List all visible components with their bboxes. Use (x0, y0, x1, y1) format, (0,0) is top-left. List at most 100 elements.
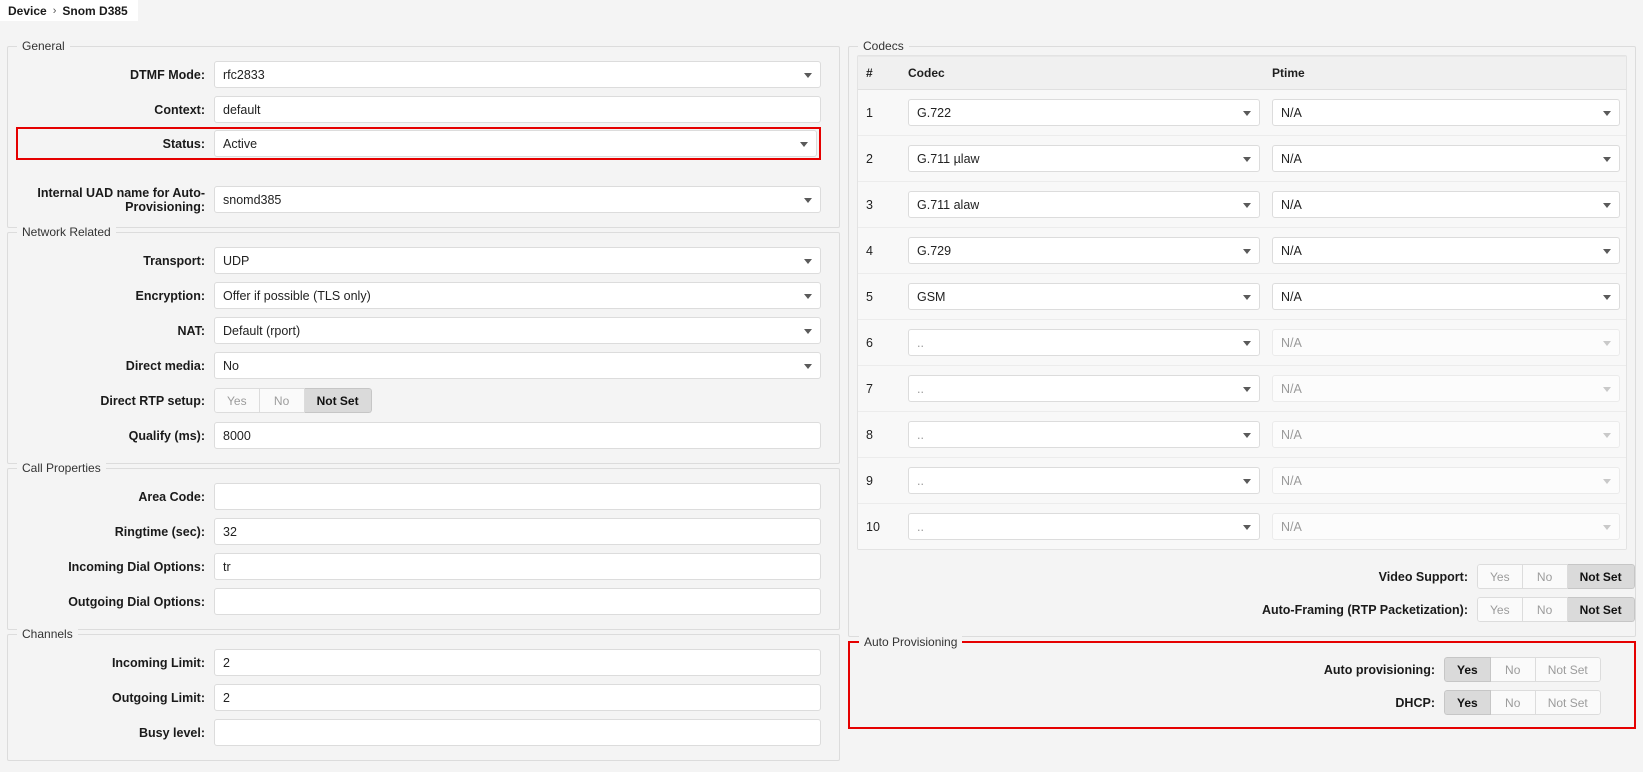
label-qualify: Qualify (ms): (128, 428, 205, 443)
ptime-select-5[interactable]: N/A (1272, 283, 1620, 310)
dhcp-option-yes[interactable]: Yes (1444, 690, 1491, 715)
codec-select-7[interactable]: .. (908, 375, 1260, 402)
auto-provisioning-toggle[interactable]: Yes No Not Set (1444, 657, 1601, 682)
video-support-option-yes[interactable]: Yes (1477, 564, 1523, 589)
codec-select-9[interactable]: .. (908, 467, 1260, 494)
device-settings-page: Device › Snom D385 General DTMF Mode: rf… (0, 0, 1643, 772)
dhcp-option-no[interactable]: No (1490, 690, 1536, 715)
codec-value-3: G.711 alaw (917, 197, 980, 212)
dtmf-mode-select[interactable]: rfc2833 (214, 61, 821, 88)
video-support-option-no[interactable]: No (1522, 564, 1568, 589)
status-value: Active (223, 136, 258, 151)
incoming-dial-options-value: tr (223, 559, 231, 574)
chevron-down-icon[interactable] (1603, 156, 1611, 162)
chevron-down-icon[interactable] (804, 72, 812, 78)
channels-fieldset: Channels Incoming Limit: 2 Outgoing Limi… (7, 627, 840, 761)
codec-select-4[interactable]: G.729 (908, 237, 1260, 264)
chevron-down-icon[interactable] (1243, 432, 1251, 438)
codecs-legend: Codecs (858, 39, 909, 53)
label-status: Status: (162, 136, 205, 151)
codecs-toggle-rows: Video Support: Yes No Not Set Auto-Frami… (857, 550, 1635, 632)
ptime-select-3[interactable]: N/A (1272, 191, 1620, 218)
ptime-select-2[interactable]: N/A (1272, 145, 1620, 172)
incoming-limit-input[interactable]: 2 (214, 649, 821, 676)
auto-framing-toggle[interactable]: Yes No Not Set (1477, 597, 1635, 622)
chevron-down-icon[interactable] (1243, 340, 1251, 346)
chevron-down-icon[interactable] (1243, 294, 1251, 300)
breadcrumb-current[interactable]: Snom D385 (62, 4, 127, 18)
codec-select-1[interactable]: G.722 (908, 99, 1260, 126)
auto-provisioning-option-yes[interactable]: Yes (1444, 657, 1491, 682)
chevron-down-icon[interactable] (1603, 294, 1611, 300)
row-dtmf-mode: DTMF Mode: rfc2833 (18, 57, 821, 92)
chevron-down-icon[interactable] (1243, 110, 1251, 116)
codec-select-10[interactable]: .. (908, 513, 1260, 540)
ptime-select-4[interactable]: N/A (1272, 237, 1620, 264)
codec-select-8[interactable]: .. (908, 421, 1260, 448)
codec-value-10: .. (917, 519, 924, 534)
chevron-down-icon[interactable] (1603, 110, 1611, 116)
auto-framing-option-not-set[interactable]: Not Set (1567, 597, 1635, 622)
auto-provisioning-option-no[interactable]: No (1490, 657, 1536, 682)
chevron-down-icon[interactable] (1243, 202, 1251, 208)
encryption-select[interactable]: Offer if possible (TLS only) (214, 282, 821, 309)
area-code-input[interactable] (214, 483, 821, 510)
breadcrumb-root[interactable]: Device (8, 4, 47, 18)
auto-framing-option-no[interactable]: No (1522, 597, 1568, 622)
network-related-legend: Network Related (17, 225, 116, 239)
auto-framing-option-yes[interactable]: Yes (1477, 597, 1523, 622)
chevron-down-icon[interactable] (1243, 524, 1251, 530)
chevron-down-icon[interactable] (1603, 202, 1611, 208)
chevron-down-icon[interactable] (804, 197, 812, 203)
auto-provisioning-option-not-set[interactable]: Not Set (1535, 657, 1601, 682)
transport-select[interactable]: UDP (214, 247, 821, 274)
busy-level-input[interactable] (214, 719, 821, 746)
direct-rtp-setup-toggle[interactable]: Yes No Not Set (214, 388, 372, 413)
label-context: Context: (154, 102, 205, 117)
outgoing-dial-options-input[interactable] (214, 588, 821, 615)
direct-rtp-setup-option-not-set[interactable]: Not Set (304, 388, 372, 413)
row-dhcp: DHCP: Yes No Not Set (858, 686, 1626, 719)
table-row: 4 G.729 N/A (858, 227, 1626, 274)
outgoing-limit-input[interactable]: 2 (214, 684, 821, 711)
chevron-down-icon[interactable] (804, 328, 812, 334)
left-column: General DTMF Mode: rfc2833 Context: defa… (7, 39, 840, 765)
video-support-option-not-set[interactable]: Not Set (1567, 564, 1635, 589)
direct-media-select[interactable]: No (214, 352, 821, 379)
direct-rtp-setup-option-no[interactable]: No (259, 388, 305, 413)
codec-select-5[interactable]: GSM (908, 283, 1260, 310)
chevron-down-icon[interactable] (1243, 478, 1251, 484)
general-legend: General (17, 39, 70, 53)
table-row: 2 G.711 µlaw N/A (858, 135, 1626, 182)
chevron-down-icon[interactable] (1243, 156, 1251, 162)
codec-select-6[interactable]: .. (908, 329, 1260, 356)
chevron-down-icon[interactable] (1603, 248, 1611, 254)
dhcp-option-not-set[interactable]: Not Set (1535, 690, 1601, 715)
context-input[interactable]: default (214, 96, 821, 123)
status-select[interactable]: Active (214, 130, 817, 157)
label-nat: NAT: (177, 323, 205, 338)
direct-rtp-setup-option-yes[interactable]: Yes (214, 388, 260, 413)
ptime-select-1[interactable]: N/A (1272, 99, 1620, 126)
internal-uad-name-select[interactable]: snomd385 (214, 186, 821, 213)
dhcp-toggle[interactable]: Yes No Not Set (1444, 690, 1601, 715)
chevron-down-icon[interactable] (800, 141, 808, 147)
ptime-select-9: N/A (1272, 467, 1620, 494)
ringtime-input[interactable]: 32 (214, 518, 821, 545)
chevron-down-icon[interactable] (1243, 386, 1251, 392)
codec-row-index: 10 (858, 503, 902, 549)
chevron-down-icon[interactable] (804, 363, 812, 369)
nat-select[interactable]: Default (rport) (214, 317, 821, 344)
chevron-down-icon[interactable] (804, 258, 812, 264)
row-context: Context: default (18, 92, 821, 127)
table-row: 7 .. N/A (858, 365, 1626, 412)
chevron-down-icon[interactable] (1243, 248, 1251, 254)
context-value: default (223, 102, 261, 117)
row-qualify: Qualify (ms): 8000 (18, 418, 821, 453)
incoming-dial-options-input[interactable]: tr (214, 553, 821, 580)
codec-select-3[interactable]: G.711 alaw (908, 191, 1260, 218)
qualify-input[interactable]: 8000 (214, 422, 821, 449)
chevron-down-icon[interactable] (804, 293, 812, 299)
video-support-toggle[interactable]: Yes No Not Set (1477, 564, 1635, 589)
codec-select-2[interactable]: G.711 µlaw (908, 145, 1260, 172)
